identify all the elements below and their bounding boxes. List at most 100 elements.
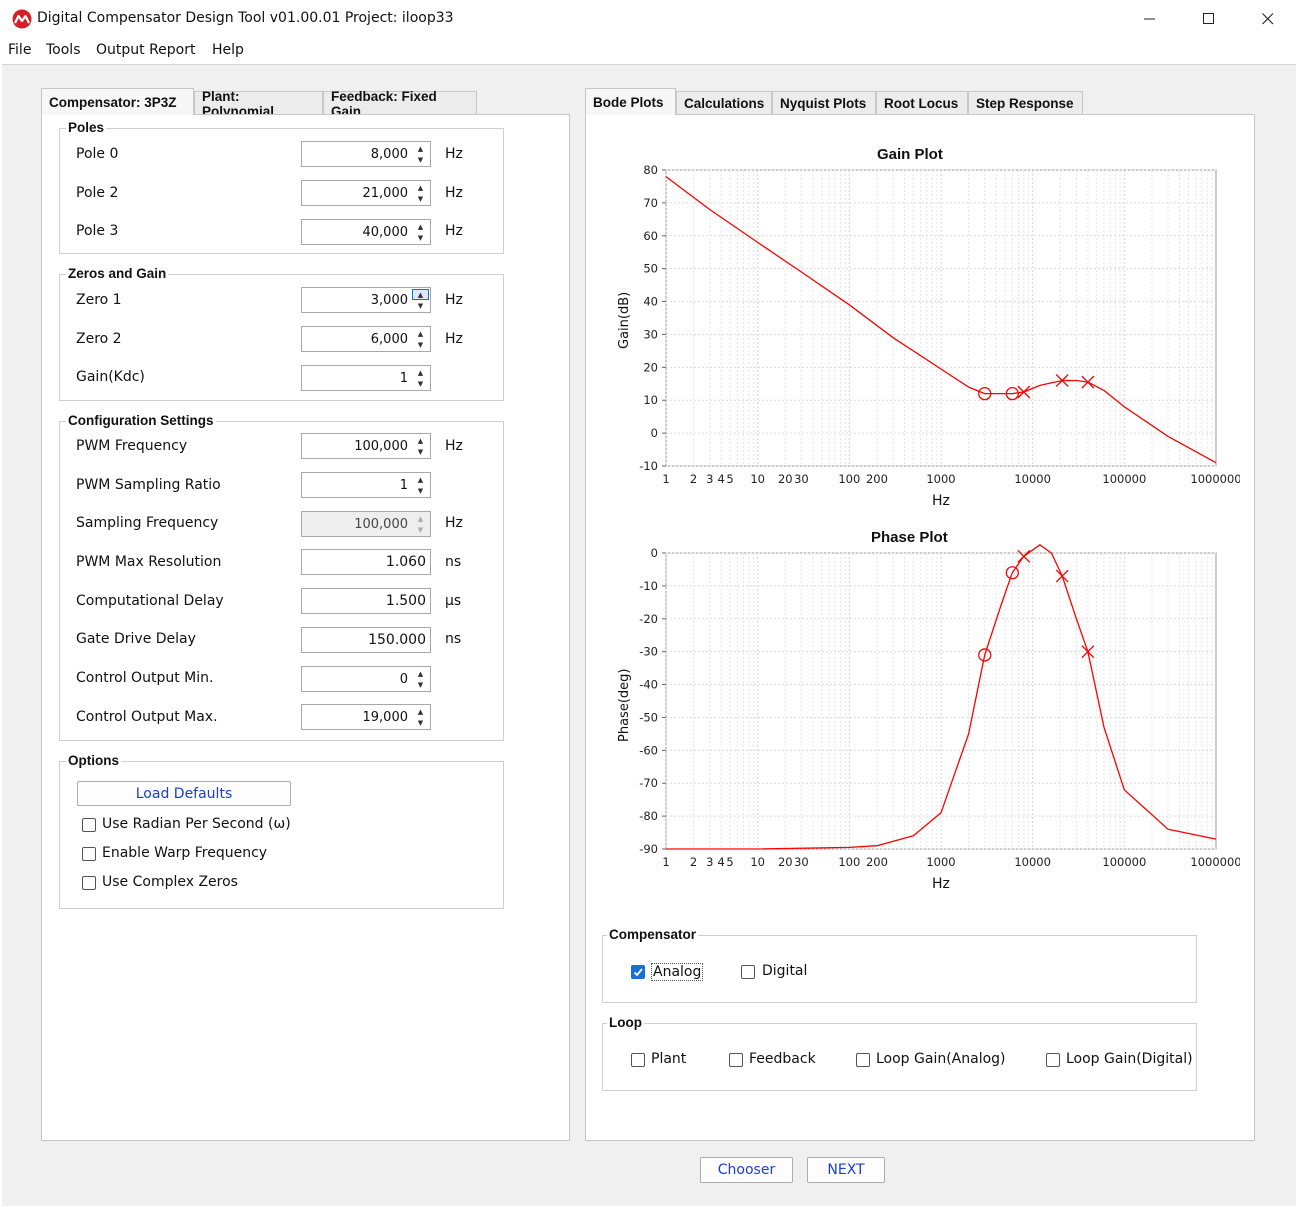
gain-plot: -10010203040506070801 2 3 4 5 10 20 30 100 200 100… — [639, 163, 1240, 486]
zero2-value: 6,000 — [370, 332, 408, 347]
menu-output-report[interactable]: Output Report — [96, 42, 196, 58]
feedback-checkbox[interactable] — [729, 1053, 743, 1067]
digital-label: Digital — [762, 963, 808, 979]
gain-y-tick-label: 10 — [643, 393, 658, 407]
spin-down-icon[interactable]: ▼ — [412, 446, 429, 457]
maximize-button[interactable] — [1180, 0, 1238, 38]
spin-down-icon[interactable]: ▼ — [412, 193, 429, 204]
gain-x-tick-label: 20 — [778, 472, 793, 486]
sampling-frequency-value: 100,000 — [354, 517, 408, 532]
loop-gain-digital-checkbox[interactable] — [1046, 1053, 1060, 1067]
close-button[interactable] — [1239, 0, 1297, 38]
spin-down-icon[interactable]: ▼ — [412, 339, 429, 350]
spin-down-icon[interactable]: ▼ — [412, 378, 429, 389]
pwm-max-resolution-field[interactable]: 1.060 — [301, 549, 431, 575]
gain-x-tick-label: 10 — [750, 472, 765, 486]
tab-nyquist-plots[interactable]: Nyquist Plots — [772, 91, 876, 115]
phase-y-tick-label: -40 — [639, 678, 658, 692]
spin-up-icon[interactable]: ▲ — [412, 328, 429, 339]
config-group: Configuration Settings — [59, 413, 504, 741]
use-complex-zeros-checkbox[interactable] — [82, 876, 96, 890]
control-output-min-spinner[interactable]: 0 ▲ ▼ — [301, 666, 431, 692]
gain-x-tick-label: 100 — [838, 472, 860, 486]
load-defaults-button[interactable]: Load Defaults — [77, 781, 291, 806]
use-radian-checkbox[interactable] — [82, 818, 96, 832]
enable-warp-label: Enable Warp Frequency — [102, 845, 268, 861]
tab-bode-plots[interactable]: Bode Plots — [585, 88, 676, 115]
spin-up-icon[interactable]: ▲ — [412, 706, 429, 717]
pwm-frequency-spinner[interactable]: 100,000 ▲ ▼ — [301, 433, 431, 459]
tab-plant[interactable]: Plant: Polynomial — [194, 89, 323, 119]
pwm-sampling-ratio-spinner[interactable]: 1 ▲ ▼ — [301, 472, 431, 498]
analog-label: Analog — [651, 963, 704, 981]
control-output-max-label: Control Output Max. — [76, 709, 218, 725]
pwm-frequency-label: PWM Frequency — [76, 438, 188, 454]
spin-up-icon[interactable]: ▲ — [412, 221, 429, 232]
control-output-max-value: 19,000 — [362, 710, 409, 725]
loop-gain-analog-checkbox[interactable] — [856, 1053, 870, 1067]
spin-up-icon: ▲ — [417, 514, 424, 523]
analog-checkbox[interactable] — [631, 965, 645, 979]
gate-drive-delay-value: 150.000 — [368, 632, 426, 648]
config-group-title: Configuration Settings — [66, 413, 216, 428]
spin-up-icon[interactable]: ▲ — [412, 435, 429, 446]
control-output-max-spinner[interactable]: 19,000 ▲ ▼ — [301, 704, 431, 730]
spin-up-icon[interactable]: ▲ — [412, 367, 429, 378]
pole3-spinner[interactable]: 40,000 ▲ ▼ — [301, 219, 431, 245]
gain-spinner[interactable]: 1 ▲ ▼ — [301, 365, 431, 391]
gain-y-tick-label: 40 — [643, 295, 658, 309]
pole0-spinner[interactable]: 8,000 ▲ ▼ — [301, 141, 431, 167]
plant-checkbox[interactable] — [631, 1053, 645, 1067]
spin-up-icon[interactable]: ▲ — [412, 668, 429, 679]
spin-up-icon[interactable]: ▲ — [412, 182, 429, 193]
tab-feedback[interactable]: Feedback: Fixed Gain — [323, 89, 477, 119]
loop-gain-digital-label: Loop Gain(Digital) — [1066, 1051, 1193, 1067]
spin-up-icon[interactable]: ▲ — [412, 289, 429, 300]
pole0-value: 8,000 — [370, 147, 408, 162]
spin-up-icon[interactable]: ▲ — [412, 143, 429, 154]
pole2-spinner[interactable]: 21,000 ▲ ▼ — [301, 180, 431, 206]
spin-down-icon[interactable]: ▼ — [412, 717, 429, 728]
spin-up-icon[interactable]: ▲ — [412, 474, 429, 485]
control-output-min-label: Control Output Min. — [76, 670, 214, 686]
spin-down-icon[interactable]: ▼ — [412, 154, 429, 165]
zero1-spinner[interactable]: 3,000 ▲ ▼ — [301, 287, 431, 313]
spin-down-icon[interactable]: ▼ — [412, 300, 429, 311]
computational-delay-field[interactable]: 1.500 — [301, 588, 431, 614]
zero2-spinner[interactable]: 6,000 ▲ ▼ — [301, 326, 431, 352]
use-radian-label: Use Radian Per Second (ω) — [102, 816, 291, 832]
menu-help[interactable]: Help — [212, 42, 244, 58]
spin-down-icon[interactable]: ▼ — [412, 679, 429, 690]
phase-x-tick-label: 2 — [690, 855, 697, 869]
menu-file[interactable]: File — [8, 42, 31, 58]
gain-label: Gain(Kdc) — [76, 369, 145, 385]
chooser-button[interactable]: Chooser — [700, 1157, 793, 1183]
gain-y-tick-label: 70 — [643, 196, 658, 210]
digital-checkbox[interactable] — [741, 965, 755, 979]
phase-y-tick-label: -30 — [639, 645, 658, 659]
menu-tools[interactable]: Tools — [46, 42, 81, 58]
pole3-unit: Hz — [445, 223, 463, 239]
tab-compensator[interactable]: Compensator: 3P3Z — [41, 88, 194, 115]
minimize-button[interactable] — [1121, 0, 1179, 38]
plant-label: Plant — [651, 1051, 687, 1067]
phase-y-tick-label: -50 — [639, 710, 658, 724]
gain-x-tick-label: 10000 — [1014, 472, 1051, 486]
gain-y-tick-label: 60 — [643, 229, 658, 243]
spin-down-icon[interactable]: ▼ — [412, 485, 429, 496]
options-group-title: Options — [66, 753, 121, 768]
enable-warp-checkbox[interactable] — [82, 847, 96, 861]
tab-step-response[interactable]: Step Response — [968, 91, 1083, 115]
spin-down-icon[interactable]: ▼ — [412, 232, 429, 243]
control-output-min-value: 0 — [399, 672, 408, 687]
window-title: Digital Compensator Design Tool v01.00.0… — [37, 10, 454, 26]
compensator-group-title: Compensator — [607, 927, 699, 942]
gate-drive-delay-field[interactable]: 150.000 — [301, 627, 431, 653]
next-button[interactable]: NEXT — [807, 1157, 885, 1183]
phase-x-tick-label: 10000 — [1014, 855, 1051, 869]
close-icon — [1262, 13, 1274, 25]
tab-calculations[interactable]: Calculations — [676, 91, 772, 115]
loop-gain-analog-label: Loop Gain(Analog) — [876, 1051, 1006, 1067]
tab-root-locus[interactable]: Root Locus — [876, 91, 968, 115]
gain-value: 1 — [399, 371, 408, 386]
